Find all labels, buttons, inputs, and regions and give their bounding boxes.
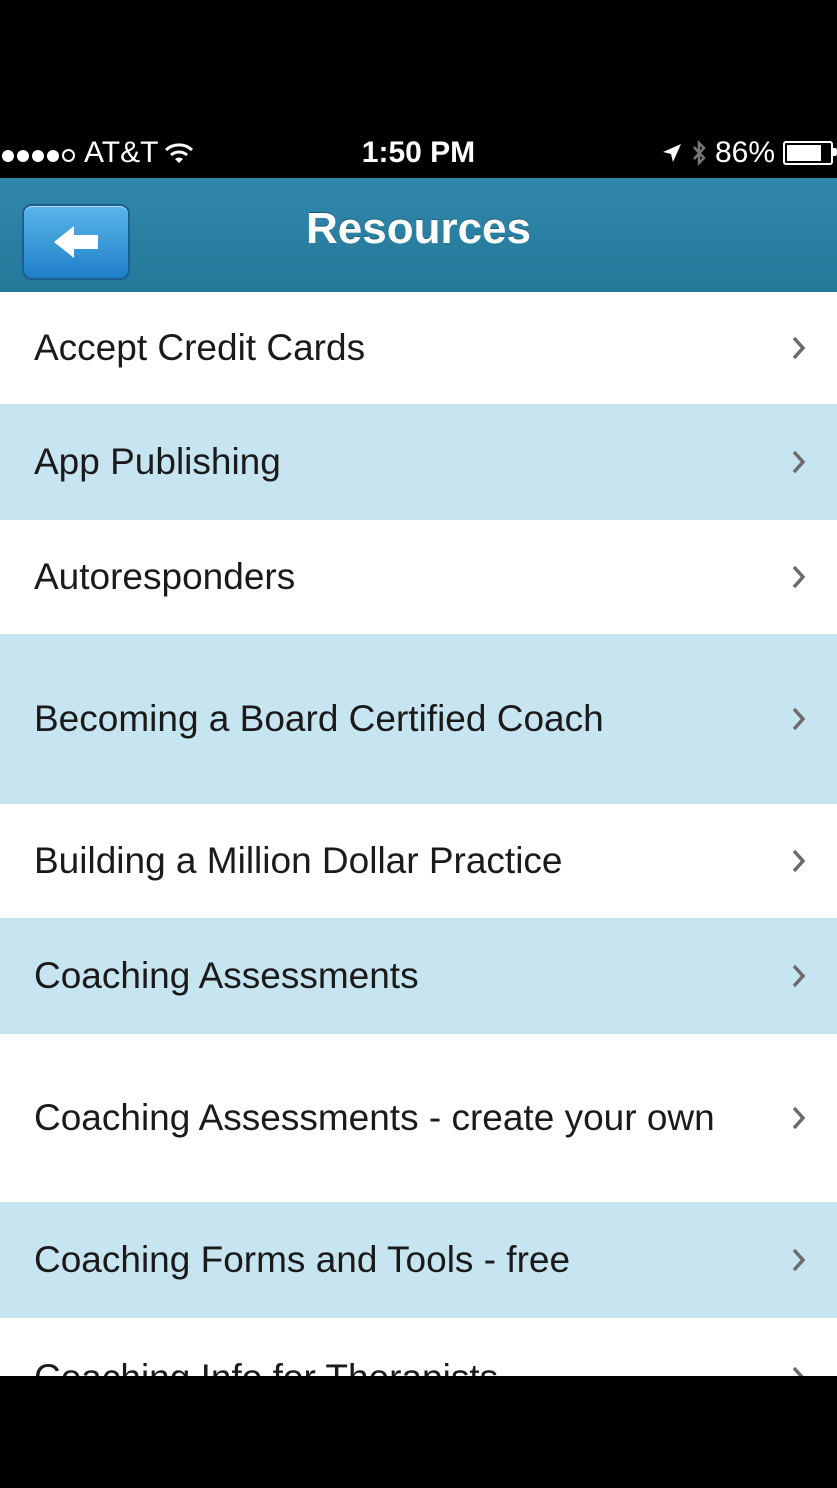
list-item[interactable]: Becoming a Board Certified Coach [0,634,837,804]
chevron-right-icon [792,1366,804,1376]
list-item-label: Autoresponders [34,556,296,597]
battery-icon [783,141,837,165]
list-item[interactable]: Coaching Assessments - create your own [0,1034,837,1202]
chevron-right-icon [792,964,806,988]
bluetooth-icon [693,139,706,167]
list-item[interactable]: Coaching Info for Therapists [0,1318,837,1376]
list-item-label: Coaching Assessments - create your own [34,1097,715,1138]
chevron-right-icon [792,707,806,731]
list-item-label: Becoming a Board Certified Coach [34,698,604,739]
list-item-label: Coaching Forms and Tools - free [34,1239,571,1280]
list-item[interactable]: Coaching Assessments [0,918,837,1034]
chevron-right-icon [792,565,806,589]
list-item[interactable]: Building a Million Dollar Practice [0,804,837,918]
navigation-bar: Resources [0,178,837,292]
chevron-right-icon [792,1106,806,1130]
battery-percent: 86% [714,136,775,169]
list-item-label: Building a Million Dollar Practice [34,840,563,881]
list-item-label: Accept Credit Cards [34,327,366,368]
list-item[interactable]: App Publishing [0,404,837,520]
chevron-right-icon [792,450,806,474]
location-arrow-icon [662,144,681,162]
chevron-right-icon [792,336,806,360]
status-right: 86% [661,136,837,170]
bottom-black-area [0,1376,837,1488]
battery-fill [787,145,821,161]
list-item[interactable]: Coaching Forms and Tools - free [0,1202,837,1318]
list-item-label: App Publishing [34,441,281,482]
list-item[interactable]: Accept Credit Cards [0,292,837,404]
list-item-label: Coaching Info for Therapists [34,1355,498,1376]
chevron-right-icon [792,849,806,873]
list-item-label: Coaching Assessments [34,955,419,996]
list-item[interactable]: Autoresponders [0,520,837,634]
page-title: Resources [305,204,531,253]
status-bar: AT&T 1:50 PM 86% [0,128,837,178]
resource-list: Accept Credit Cards App Publishing Autores… [0,292,837,1376]
chevron-right-icon [792,1248,806,1272]
